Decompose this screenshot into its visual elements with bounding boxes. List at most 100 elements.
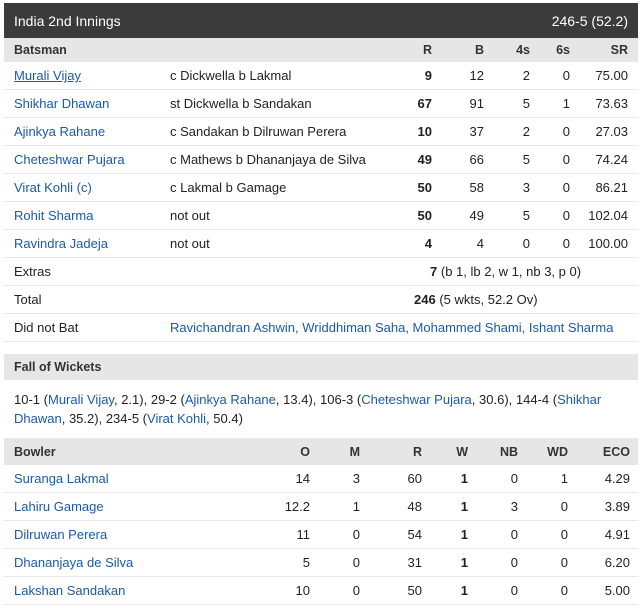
total-row: Total 246 (5 wkts, 52.2 Ov) [4,286,638,314]
wickets-value: 1 [460,555,468,570]
bowler-name-link[interactable]: Dilruwan Perera [4,527,240,542]
batsman-row: Virat Kohli (c) c Lakmal b Gamage 50 58 3 0 86… [4,174,638,202]
batsman-name-link[interactable]: Murali Vijay [4,68,170,83]
sixes-value: 0 [562,180,570,195]
overs-value: 12.2 [284,499,310,514]
fow-score: 29-2 [150,392,177,407]
batsman-col-header: Batsman [14,43,67,57]
fow-score: 234-5 [105,411,140,426]
fours-value: 2 [522,124,530,139]
maidens-value: 0 [352,583,360,598]
batsman-row: Murali Vijay c Dickwella b Lakmal 9 12 2 0 75.… [4,62,638,90]
wides-value: 0 [560,499,568,514]
wickets-value: 1 [460,583,468,598]
strike-rate-value: 74.24 [595,152,628,167]
balls-value: 37 [469,124,484,139]
bowler-row: Dilruwan Perera 11 0 54 1 0 0 4.91 [4,521,638,549]
fow-over: 2.1 [121,392,140,407]
batsman-row: Ravindra Jadeja not out 4 4 0 0 100.00 [4,230,638,258]
fow-player-link[interactable]: Murali Vijay [48,392,114,407]
batting-rows: Murali Vijay c Dickwella b Lakmal 9 12 2 0 75.… [4,62,638,258]
batsman-name-link[interactable]: Shikhar Dhawan [4,96,170,111]
balls-value: 4 [476,236,484,251]
bowler-name-link[interactable]: Lakshan Sandakan [4,583,240,598]
sixes-col-header: 6s [556,43,570,57]
fow-score: 106-3 [320,392,354,407]
no-balls-col-header: NB [499,445,518,459]
fours-value: 5 [522,96,530,111]
sixes-value: 0 [562,236,570,251]
extras-row: Extras 7 (b 1, lb 2, w 1, nb 3, p 0) [4,258,638,286]
extras-label: Extras [14,264,51,279]
overs-col-header: O [300,445,310,459]
fow-over: 35.2 [68,411,95,426]
batsman-row: Rohit Sharma not out 50 49 5 0 102.04 [4,202,638,230]
no-balls-value: 0 [510,471,518,486]
wides-value: 0 [560,583,568,598]
fow-player-link[interactable]: Ajinkya Rahane [185,392,276,407]
fours-col-header: 4s [516,43,530,57]
batsman-row: Ajinkya Rahane c Sandakan b Dilruwan Pere… [4,118,638,146]
did-not-bat-players[interactable]: Ravichandran Ashwin, Wriddhiman Saha, Mo… [170,320,638,335]
extras-value-wrap: 7 (b 1, lb 2, w 1, nb 3, p 0) [400,264,638,279]
fours-value: 0 [522,236,530,251]
dismissal-text: not out [170,208,210,223]
fow-player-link[interactable]: Cheteshwar Pujara [361,392,472,407]
bowler-name-link[interactable]: Lahiru Gamage [4,499,240,514]
batsman-name-link[interactable]: Rohit Sharma [4,208,170,223]
economy-value: 5.00 [604,583,630,598]
maidens-value: 0 [352,555,360,570]
economy-value: 3.89 [604,499,630,514]
fow-player-link[interactable]: Virat Kohli [147,411,206,426]
fow-over: 30.6 [479,392,505,407]
sixes-value: 0 [562,124,570,139]
wickets-col-header: W [456,445,468,459]
fours-value: 5 [522,208,530,223]
runs-value: 67 [417,96,432,111]
bowler-row: Lakshan Sandakan 10 0 50 1 0 0 5.00 [4,577,638,605]
runs-col-header: R [422,43,432,57]
balls-value: 49 [469,208,484,223]
runs-value: 9 [424,68,432,83]
dismissal-text: c Sandakan b Dilruwan Perera [170,124,347,139]
fow-score: 10-1 [14,392,41,407]
batsman-name-link[interactable]: Ravindra Jadeja [4,236,170,251]
batsman-name-link[interactable]: Ajinkya Rahane [4,124,170,139]
fow-score: 144-4 [515,392,550,407]
fours-value: 3 [522,180,530,195]
runs-value: 49 [417,152,432,167]
bowler-name-link[interactable]: Dhananjaya de Silva [4,555,240,570]
overs-value: 5 [302,555,310,570]
fours-value: 5 [522,152,530,167]
innings-score: 246-5 (52.2) [551,12,628,29]
batsman-name-link[interactable]: Virat Kohli (c) [4,180,170,195]
strike-rate-value: 75.00 [595,68,628,83]
economy-value: 4.91 [604,527,630,542]
wides-value: 1 [560,471,568,486]
did-not-bat-label: Did not Bat [14,320,79,335]
balls-value: 12 [469,68,484,83]
bowler-col-header: Bowler [14,445,56,459]
balls-value: 66 [469,152,484,167]
total-value-wrap: 246 (5 wkts, 52.2 Ov) [400,292,638,307]
scorecard: India 2nd Innings 246-5 (52.2) Batsman R… [4,3,638,605]
bowler-row: Dhananjaya de Silva 5 0 31 1 0 0 6.20 [4,549,638,577]
fours-value: 2 [522,68,530,83]
wides-col-header: WD [547,445,568,459]
batsman-name-link[interactable]: Cheteshwar Pujara [4,152,170,167]
sixes-value: 0 [562,68,570,83]
wides-value: 0 [560,527,568,542]
runs-conceded-value: 50 [407,583,422,598]
dismissal-text: c Lakmal b Gamage [170,180,287,195]
economy-value: 4.29 [604,471,630,486]
bowler-row: Lahiru Gamage 12.2 1 48 1 3 0 3.89 [4,493,638,521]
bowler-name-link[interactable]: Suranga Lakmal [4,471,240,486]
extras-detail: (b 1, lb 2, w 1, nb 3, p 0) [440,264,582,279]
fow-over: 50.4 [213,411,239,426]
wides-value: 0 [560,555,568,570]
wickets-value: 1 [460,471,468,486]
sixes-value: 1 [562,96,570,111]
strike-rate-value: 100.00 [588,236,628,251]
batsman-row: Shikhar Dhawan st Dickwella b Sandakan 67 9… [4,90,638,118]
dismissal-text: not out [170,236,210,251]
